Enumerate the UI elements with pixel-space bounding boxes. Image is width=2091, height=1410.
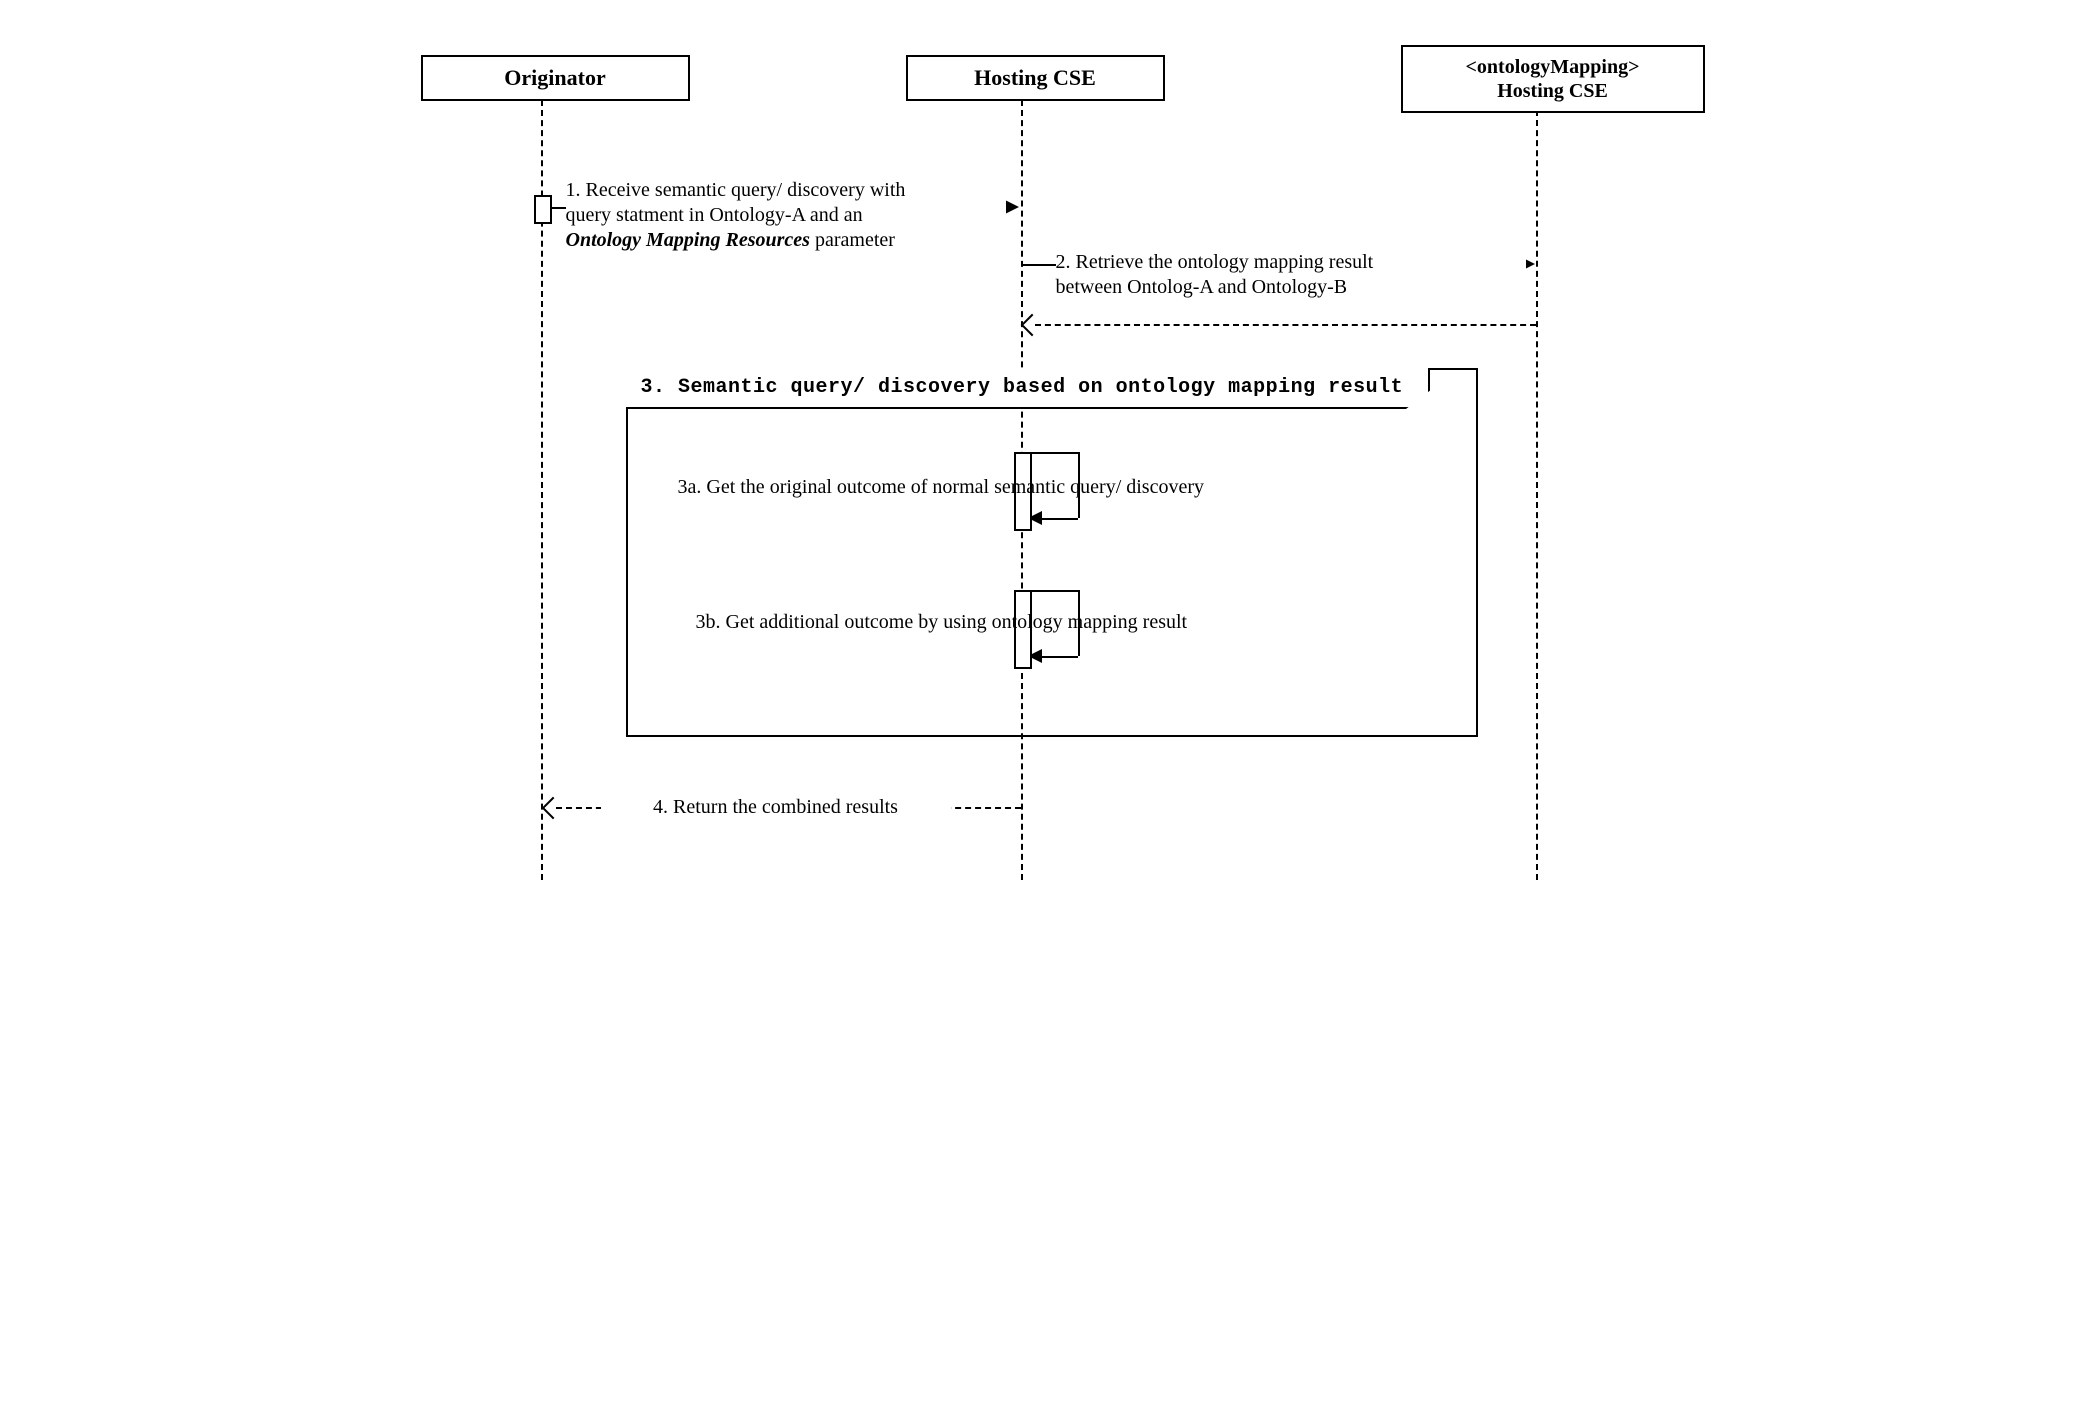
actor-hosting-cse-box: Hosting CSE [906, 55, 1165, 101]
actor-originator-label: Originator [504, 65, 605, 90]
arrowhead-msg1 [1005, 200, 1019, 214]
fragment-label-box: 3. Semantic query/ discovery based on on… [626, 368, 1431, 409]
actor-hosting-cse-label: Hosting CSE [974, 65, 1096, 90]
self-call-3a-bottom [1041, 518, 1078, 520]
msg1-text: 1. Receive semantic query/ discovery wit… [566, 178, 1006, 253]
msg4-text: 4. Return the combined results [601, 795, 951, 820]
sequence-diagram: Originator Hosting CSE <ontologyMapping>… [406, 20, 1686, 890]
actor-originator-box: Originator [421, 55, 690, 101]
self-call-3b-top [1028, 590, 1078, 592]
fragment-box [626, 368, 1478, 737]
msg1-italic: Ontology Mapping Resources [566, 229, 810, 251]
actor-ontology-mapping-label-2: Hosting CSE [1497, 80, 1608, 102]
msg2-line2: between Ontolog-A and Ontology-B [1056, 276, 1348, 298]
self-call-3b-bottom [1041, 656, 1078, 658]
activation-originator [534, 195, 552, 224]
msg2-line1: 2. Retrieve the ontology mapping result [1056, 251, 1374, 273]
arrow-msg2-return [1035, 324, 1536, 326]
msg3b-text: 3b. Get additional outcome by using onto… [696, 610, 1356, 635]
actor-ontology-mapping-label-1: <ontologyMapping> [1466, 56, 1640, 78]
self-call-3a-top [1028, 452, 1078, 454]
msg1-line1: 1. Receive semantic query/ discovery wit… [566, 179, 906, 201]
msg1-line3-rest: parameter [810, 229, 895, 251]
lifeline-ontology-mapping [1536, 110, 1538, 880]
msg1-line2: query statment in Ontology-A and an [566, 204, 863, 226]
fragment-label: 3. Semantic query/ discovery based on on… [641, 376, 1404, 399]
actor-ontology-mapping-box: <ontologyMapping> Hosting CSE [1401, 45, 1705, 113]
msg3a-text: 3a. Get the original outcome of normal s… [678, 475, 1358, 500]
msg2-text: 2. Retrieve the ontology mapping result … [1056, 250, 1526, 300]
